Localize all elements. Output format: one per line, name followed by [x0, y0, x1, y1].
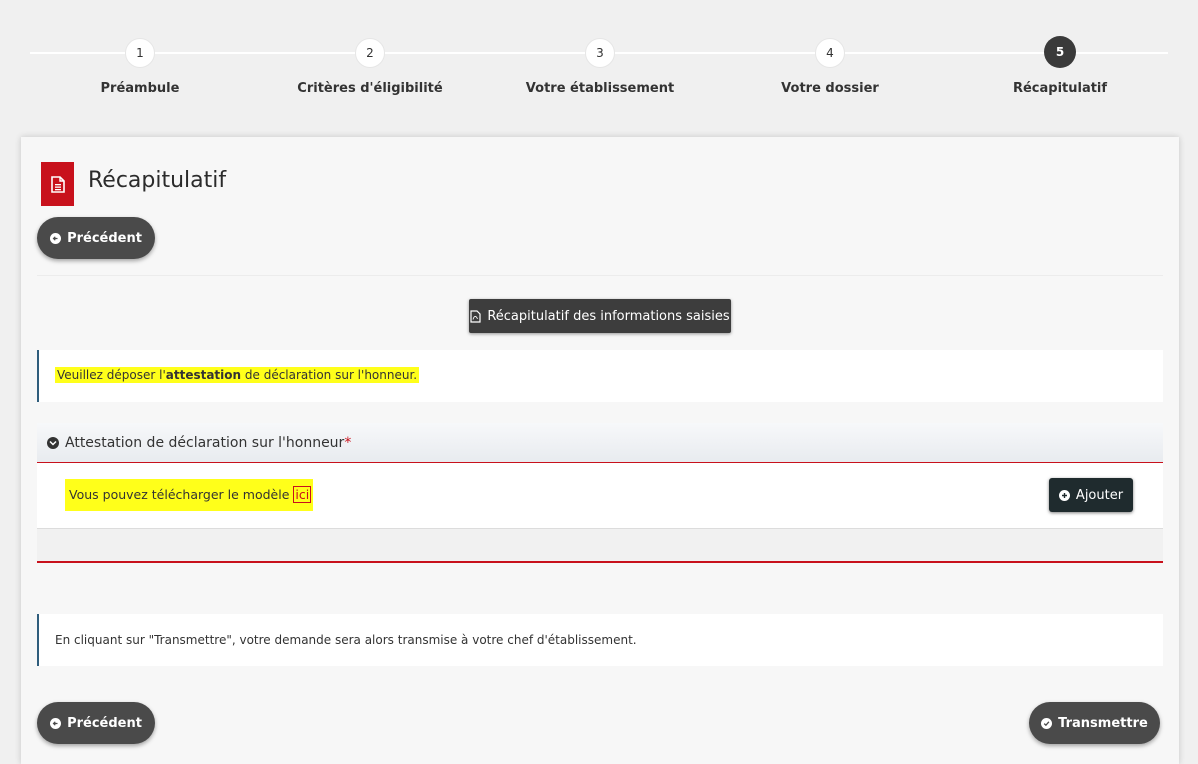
recap-button-label: Récapitulatif des informations saisies [487, 308, 730, 324]
required-mark: * [344, 434, 352, 451]
step-criteres[interactable]: 2 Critères d'éligibilité [270, 38, 470, 96]
step-number: 1 [125, 38, 155, 68]
download-model-link[interactable]: ici [293, 486, 312, 503]
transmit-button[interactable]: Transmettre [1029, 702, 1160, 744]
step-label: Critères d'éligibilité [297, 81, 443, 96]
page-title: Récapitulatif [88, 168, 227, 193]
add-file-button[interactable]: Ajouter [1049, 478, 1133, 512]
step-label: Préambule [100, 81, 180, 96]
step-label: Votre dossier [781, 81, 879, 96]
step-preambule[interactable]: 1 Préambule [40, 38, 240, 96]
transmit-label: Transmettre [1058, 715, 1148, 731]
step-number-active: 5 [1044, 36, 1076, 68]
attestation-section-body: Vous pouvez télécharger le modèle ici Aj… [37, 463, 1163, 529]
document-icon [41, 162, 74, 206]
step-number: 4 [815, 38, 845, 68]
highlighted-notice: Veuillez déposer l'attestation de déclar… [55, 367, 420, 383]
step-number: 3 [585, 38, 615, 68]
attestation-notice: Veuillez déposer l'attestation de déclar… [37, 350, 1163, 402]
previous-button-top[interactable]: Précédent [37, 217, 155, 259]
step-label: Récapitulatif [1012, 81, 1108, 96]
pdf-file-icon [470, 309, 481, 323]
arrow-left-circle-icon [50, 232, 62, 244]
previous-button-bottom[interactable]: Précédent [37, 702, 155, 744]
transmit-notice-text: En cliquant sur "Transmettre", votre dem… [55, 633, 637, 647]
step-recapitulatif[interactable]: 5 Récapitulatif [960, 36, 1160, 96]
section-title: Attestation de déclaration sur l'honneur [65, 434, 345, 451]
chevron-down-icon [47, 436, 59, 449]
previous-label: Précédent [67, 715, 142, 731]
recap-pdf-button[interactable]: Récapitulatif des informations saisies [469, 299, 731, 333]
arrow-left-circle-icon [50, 717, 62, 729]
main-panel: Récapitulatif Précédent Récapitulatif de… [21, 137, 1179, 764]
attestation-section-footer [37, 529, 1163, 563]
progress-stepper: 1 Préambule 2 Critères d'éligibilité 3 V… [0, 0, 1198, 120]
step-number: 2 [355, 38, 385, 68]
attestation-section-header[interactable]: Attestation de déclaration sur l'honneur… [37, 423, 1163, 463]
check-circle-icon [1041, 717, 1053, 729]
step-etablissement[interactable]: 3 Votre établissement [500, 38, 700, 96]
step-dossier[interactable]: 4 Votre dossier [730, 38, 930, 96]
previous-label: Précédent [67, 230, 142, 246]
add-label: Ajouter [1075, 487, 1124, 503]
step-label: Votre établissement [525, 81, 675, 96]
download-model-text: Vous pouvez télécharger le modèle ici [65, 479, 314, 511]
transmit-notice: En cliquant sur "Transmettre", votre dem… [37, 614, 1163, 666]
divider [37, 275, 1163, 276]
plus-circle-icon [1058, 489, 1070, 501]
